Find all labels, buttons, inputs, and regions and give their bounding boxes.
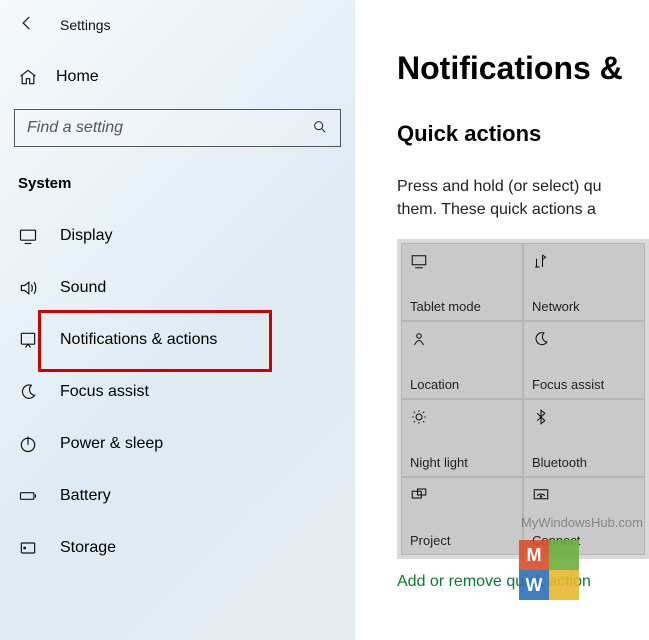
sidebar-home[interactable]: Home [0,55,355,103]
tile-tablet-mode[interactable]: Tablet mode [401,243,523,321]
storage-icon [18,538,38,558]
settings-sidebar: Settings Home System Display [0,0,355,640]
search-icon [312,119,328,138]
home-label: Home [56,68,99,86]
night-light-icon [410,408,514,428]
network-icon [532,252,636,272]
sound-icon [18,278,38,298]
focus-assist-icon [532,330,636,350]
tile-label: Location [410,377,514,392]
section-title: Quick actions [397,121,649,147]
tile-bluetooth[interactable]: Bluetooth [523,399,645,477]
nav-storage[interactable]: Storage [0,522,355,574]
nav-notifications[interactable]: Notifications & actions [0,314,355,366]
quick-actions-grid: Tablet mode Network Location Focus assis… [397,239,649,559]
titlebar: Settings [0,8,355,55]
nav-label: Sound [60,279,106,297]
nav-label: Storage [60,539,116,557]
main-panel: Notifications & Quick actions Press and … [355,0,649,640]
battery-icon [18,486,38,506]
project-icon [410,486,514,506]
tile-label: Bluetooth [532,455,636,470]
power-icon [18,434,38,454]
desc-line: Press and hold (or select) qu [397,178,602,195]
search-box[interactable] [14,109,341,147]
tablet-mode-icon [410,252,514,272]
nav-power-sleep[interactable]: Power & sleep [0,418,355,470]
tile-label: Tablet mode [410,299,514,314]
connect-icon [532,486,636,506]
tile-label: Night light [410,455,514,470]
watermark-text: MyWindowsHub.com [521,515,643,530]
tile-project[interactable]: Project [401,477,523,555]
nav-label: Battery [60,487,111,505]
bluetooth-icon [532,408,636,428]
tile-night-light[interactable]: Night light [401,399,523,477]
focus-assist-icon [18,382,38,402]
nav-battery[interactable]: Battery [0,470,355,522]
nav-sound[interactable]: Sound [0,262,355,314]
nav-label: Power & sleep [60,435,163,453]
description: Press and hold (or select) qu them. Thes… [397,175,649,221]
search-input[interactable] [27,119,312,137]
back-icon[interactable] [18,14,36,35]
app-title: Settings [60,17,111,33]
display-icon [18,226,38,246]
nav-focus-assist[interactable]: Focus assist [0,366,355,418]
nav-list: Display Sound Notifications & actions [0,210,355,574]
desc-line: them. These quick actions a [397,201,596,218]
nav-label: Display [60,227,112,245]
category-heading: System [0,169,355,210]
tile-network[interactable]: Network [523,243,645,321]
page-title: Notifications & [397,50,649,87]
notifications-icon [18,330,38,350]
nav-label: Notifications & actions [60,331,217,349]
watermark-logo: MW [519,540,579,600]
tile-label: Network [532,299,636,314]
tile-location[interactable]: Location [401,321,523,399]
tile-label: Focus assist [532,377,636,392]
tile-label: Project [410,533,514,548]
tile-focus-assist[interactable]: Focus assist [523,321,645,399]
nav-label: Focus assist [60,383,149,401]
location-icon [410,330,514,350]
nav-display[interactable]: Display [0,210,355,262]
home-icon [18,67,38,87]
